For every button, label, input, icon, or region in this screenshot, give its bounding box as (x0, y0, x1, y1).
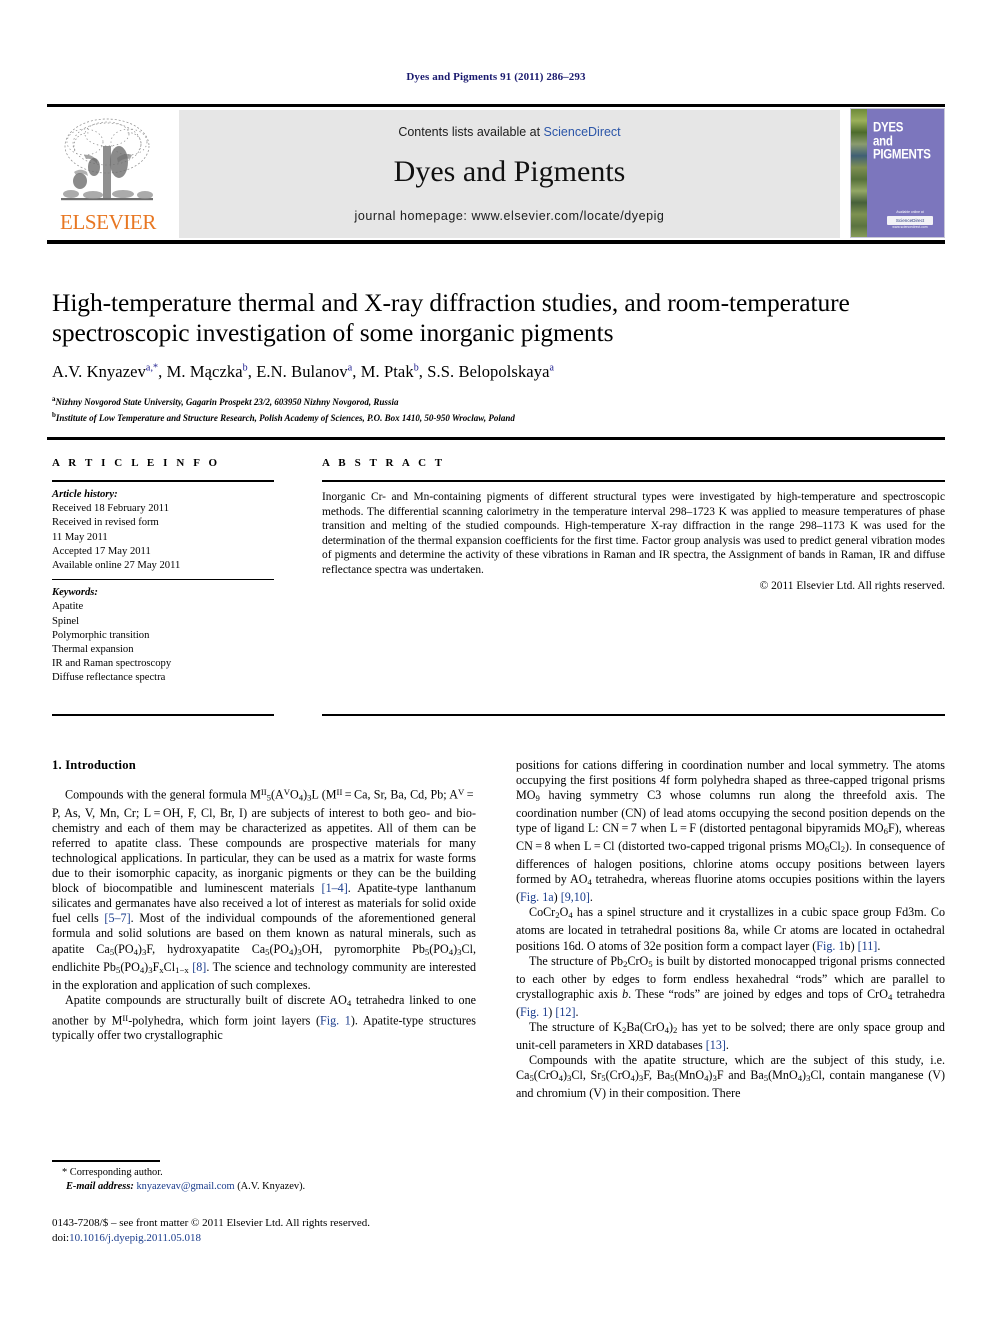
keyword-item: IR and Raman spectroscopy (52, 658, 172, 670)
history-line: Received 18 February 2011 (52, 503, 169, 515)
paragraph: positions for cations differing in coord… (516, 758, 945, 905)
author-mark: b (413, 362, 419, 374)
paper-page: Dyes and Pigments 91 (2011) 286–293 ELSE… (0, 0, 992, 1323)
abstract-heading: A B S T R A C T (322, 457, 446, 469)
email-note: E-mail address: knyazevav@gmail.com (A.V… (52, 1180, 476, 1194)
paragraph: Compounds with the general formula MII5(… (52, 787, 477, 992)
elsevier-tree-icon (53, 112, 161, 210)
article-history-group: Article history: Received 18 February 20… (52, 482, 274, 579)
sciencedirect-banner: Contents lists available at ScienceDirec… (179, 110, 840, 238)
imprint-block: 0143-7208/$ – see front matter © 2011 El… (52, 1216, 476, 1245)
contents-available-line: Contents lists available at ScienceDirec… (179, 125, 840, 139)
cover-sciencedirect-logo: ScienceDirect (887, 216, 933, 225)
article-info-heading: A R T I C L E I N F O (52, 457, 221, 469)
citation-ref[interactable]: [1–4] (322, 881, 348, 895)
sciencedirect-link[interactable]: ScienceDirect (544, 125, 621, 139)
email-label: E-mail address: (66, 1181, 134, 1192)
keywords-group: Keywords: Apatite Spinel Polymorphic tra… (52, 580, 274, 691)
journal-title: Dyes and Pigments (393, 155, 626, 188)
email-owner: (A.V. Knyazev). (237, 1181, 306, 1192)
article-info-column: Article history: Received 18 February 20… (52, 480, 274, 692)
citation-ref[interactable]: [13] (706, 1038, 726, 1052)
keyword-item: Apatite (52, 601, 84, 613)
paragraph: The structure of K2Ba(CrO4)2 has yet to … (516, 1019, 945, 1052)
email-link[interactable]: knyazevav@gmail.com (136, 1181, 234, 1192)
journal-homepage-link[interactable]: journal homepage: www.elsevier.com/locat… (179, 209, 840, 223)
elsevier-wordmark: ELSEVIER (60, 210, 156, 234)
contents-prefix: Contents lists available at (398, 125, 544, 139)
page-title: High-temperature thermal and X-ray diffr… (52, 288, 850, 347)
keyword-item: Spinel (52, 615, 80, 627)
author-mark: a (549, 362, 555, 374)
title-block: High-temperature thermal and X-ray diffr… (52, 288, 947, 424)
running-citation: Dyes and Pigments 91 (2011) 286–293 (406, 71, 586, 83)
author: S.S. Belopolskayaa (427, 362, 555, 381)
cover-title-line-1: DYES (873, 120, 904, 135)
abstract-copyright: © 2011 Elsevier Ltd. All rights reserved… (759, 579, 945, 592)
history-line: Received in revised form (52, 517, 159, 529)
info-section-top-rule (47, 437, 945, 440)
journal-masthead: ELSEVIER Contents lists available at Sci… (47, 104, 945, 240)
section-heading-introduction: 1. Introduction (52, 758, 136, 772)
figure-ref[interactable]: Fig. 1 (816, 939, 844, 953)
cover-title: DYES and PIGMENTS (873, 120, 941, 163)
elsevier-logo: ELSEVIER (47, 110, 169, 238)
author: E.N. Bulanova (256, 362, 353, 381)
affiliation: bInstitute of Low Temperature and Struct… (52, 410, 515, 423)
history-line: 11 May 2011 (52, 531, 108, 543)
footnote-rule (52, 1160, 160, 1162)
masthead-bottom-rule (47, 240, 945, 244)
cover-footer-caption: Available online at (896, 210, 924, 214)
cover-footer-url: www.sciencedirect.com (892, 225, 928, 229)
cover-title-line-3: PIGMENTS (873, 147, 931, 163)
abstract-text: Inorganic Cr- and Mn-containing pigments… (322, 491, 945, 576)
author-mark: a (347, 362, 353, 374)
footnote-block: * Corresponding author. E-mail address: … (52, 1166, 476, 1194)
paragraph: Compounds with the apatite structure, wh… (516, 1052, 945, 1101)
citation-ref[interactable]: [12] (555, 1005, 575, 1019)
doi-label: doi: (52, 1231, 70, 1244)
article-history-label: Article history: (52, 489, 118, 500)
paragraph: Apatite compounds are structurally built… (52, 992, 477, 1043)
keyword-item: Polymorphic transition (52, 629, 150, 641)
body-right-column: positions for cations differing in coord… (516, 758, 945, 1101)
figure-ref[interactable]: Fig. 1 (320, 1013, 351, 1027)
figure-ref[interactable]: Fig. 1a (520, 890, 554, 904)
paragraph: CoCr2O4 has a spinel structure and it cr… (516, 905, 945, 953)
figure-ref[interactable]: Fig. 1 (520, 1005, 548, 1019)
author: M. Ptakb (360, 362, 419, 381)
author: M. Mączkab (166, 362, 248, 381)
author: A.V. Knyazeva,* (52, 362, 159, 381)
author-mark: b (242, 362, 248, 374)
keywords-label: Keywords: (52, 587, 98, 599)
affiliation-list: aNizhny Novgorod State University, Gagar… (52, 393, 947, 424)
imprint-line: 0143-7208/$ – see front matter © 2011 El… (52, 1217, 371, 1229)
cover-footer: Available online at ScienceDirect www.sc… (881, 210, 939, 230)
author-mark: a,* (145, 362, 159, 374)
article-info-bottom-rule (52, 714, 274, 716)
corresponding-author-note: * Corresponding author. (62, 1167, 163, 1178)
body-left-column: 1. Introduction Compounds with the gener… (52, 758, 476, 1043)
keyword-item: Thermal expansion (52, 644, 134, 656)
abstract-rule (322, 480, 945, 482)
citation-ref[interactable]: [8] (192, 960, 206, 974)
citation-ref[interactable]: [11] (858, 939, 878, 953)
author-list: A.V. Knyazeva,*, M. Mączkab, E.N. Bulano… (52, 362, 555, 381)
doi-link[interactable]: 10.1016/j.dyepig.2011.05.018 (69, 1232, 201, 1244)
keyword-item: Diffuse reflectance spectra (52, 672, 166, 684)
affiliation: aNizhny Novgorod State University, Gagar… (52, 395, 399, 407)
citation-ref[interactable]: [9,10] (561, 890, 590, 904)
abstract-bottom-rule (322, 714, 945, 716)
history-line: Accepted 17 May 2011 (52, 545, 151, 557)
journal-cover-thumbnail: DYES and PIGMENTS Available online at Sc… (850, 108, 945, 238)
abstract-column: Inorganic Cr- and Mn-containing pigments… (322, 480, 945, 592)
cover-photo-strip (851, 109, 867, 237)
paragraph: The structure of Pb2CrO5 is built by dis… (516, 953, 945, 1019)
citation-ref[interactable]: [5–7] (104, 911, 130, 925)
doi-line: doi:10.1016/j.dyepig.2011.05.018 (52, 1231, 476, 1246)
history-line: Available online 27 May 2011 (52, 560, 181, 572)
